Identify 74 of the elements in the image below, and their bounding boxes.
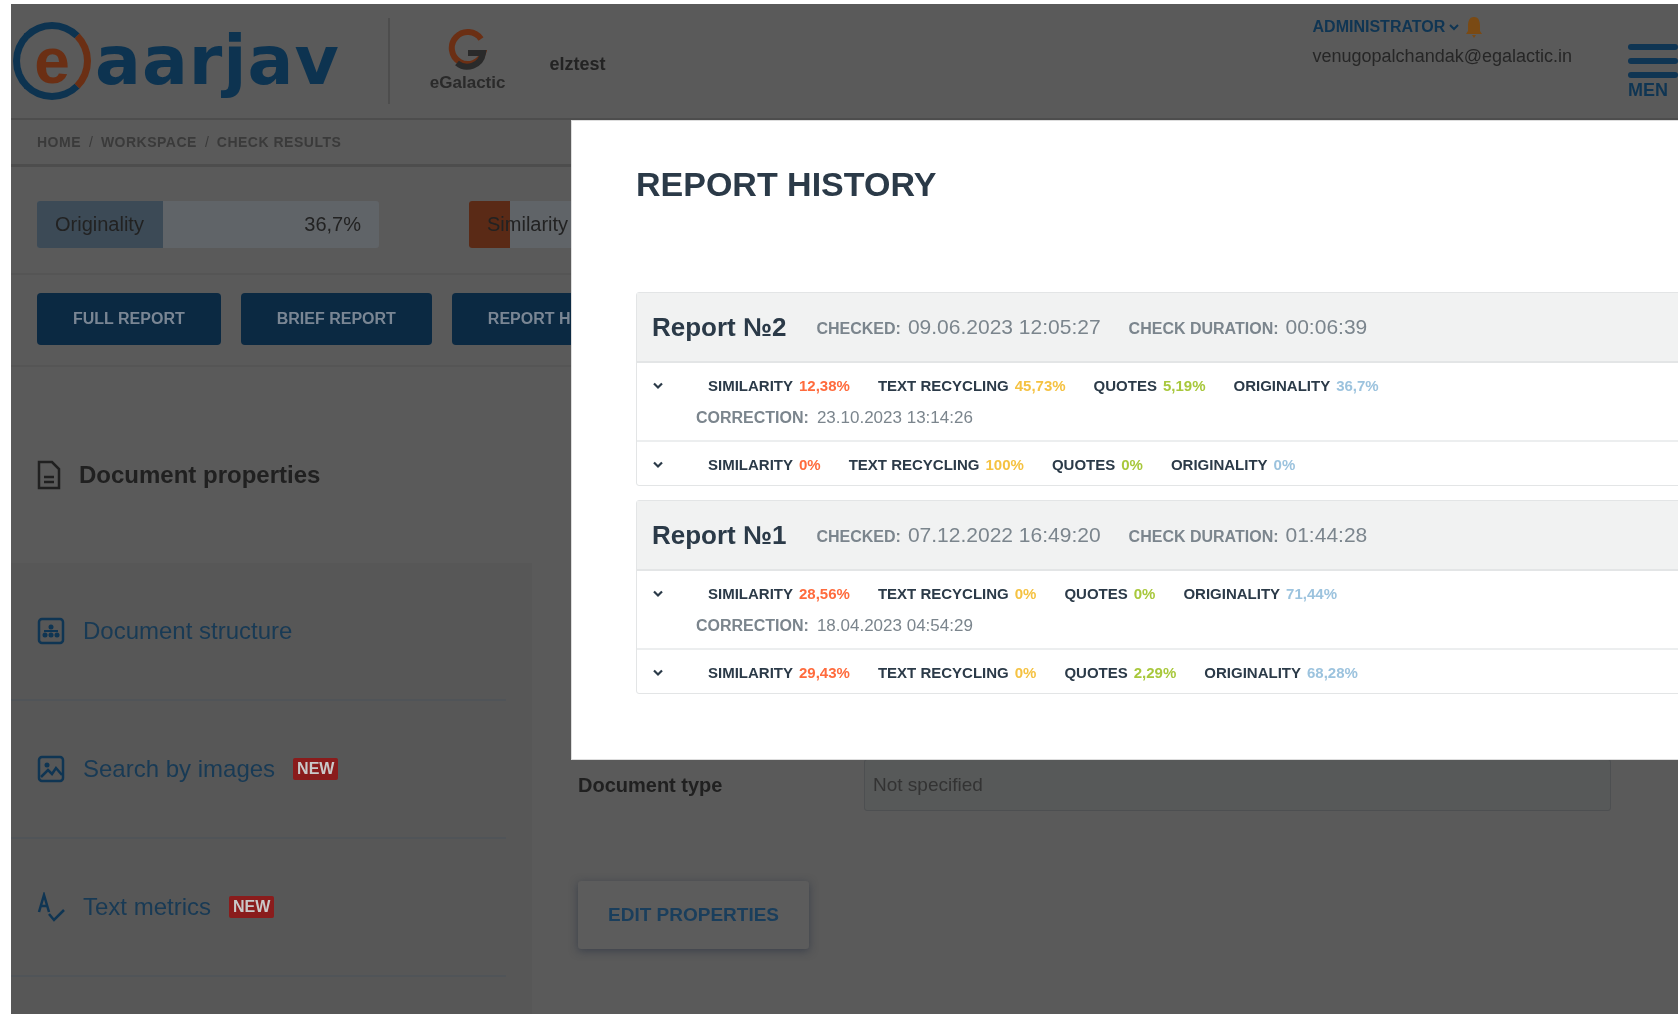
section-title: Document properties (79, 461, 321, 489)
new-badge: NEW (293, 758, 339, 780)
metric-value: 71,44% (1286, 585, 1337, 602)
checked-date: 07.12.2022 16:49:20 (907, 523, 1101, 547)
duration-value: 00:06:39 (1285, 315, 1368, 339)
metric-value: 100% (985, 456, 1024, 473)
metric-label: QUOTES (1064, 664, 1128, 681)
correction-date: 18.04.2023 04:54:29 (816, 616, 973, 636)
metric-label: TEXT RECYCLING (877, 377, 1009, 394)
spellcheck-icon (37, 892, 65, 922)
metric-value: 0% (799, 456, 821, 473)
metric-value: 45,73% (1014, 377, 1066, 394)
metric-label: ORIGINALITY (1170, 456, 1268, 473)
metric-value: 2,29% (1133, 664, 1177, 681)
metric-value: 0% (1014, 664, 1037, 681)
metric-label: SIMILARITY (708, 664, 793, 681)
metric-label: ORIGINALITY (1204, 664, 1301, 681)
metric-label: ORIGINALITY (1233, 377, 1331, 394)
duration-label: CHECK DURATION: (1128, 528, 1279, 546)
chevron-down-icon[interactable] (652, 668, 664, 677)
report-title: Report №2 (652, 311, 787, 343)
metric-label: SIMILARITY (708, 456, 793, 473)
metric-label: QUOTES (1064, 585, 1128, 602)
metric-value: 68,28% (1306, 664, 1358, 681)
metric-value: 0% (1133, 585, 1156, 602)
breadcrumb-separator: / (89, 134, 93, 150)
hierarchy-icon (37, 617, 65, 645)
chevron-down-icon (1449, 23, 1460, 31)
correction-label: CORRECTION: (696, 617, 809, 635)
metric-label: ORIGINALITY (1183, 585, 1281, 602)
metric-value: 28,56% (799, 585, 850, 602)
workspace-name: elztest (549, 53, 606, 75)
checked-date: 09.06.2023 12:05:27 (907, 315, 1101, 339)
image-icon (37, 755, 65, 783)
breadcrumb-separator: / (204, 134, 209, 150)
correction-label: CORRECTION: (696, 409, 809, 427)
sidebar-item[interactable]: Search by images NEW (11, 701, 506, 839)
chevron-down-icon[interactable] (652, 381, 664, 390)
report-button[interactable]: FULL REPORT (37, 293, 221, 345)
dialog-title: REPORT HISTORY (636, 165, 938, 204)
metric-value: 5,19% (1162, 377, 1206, 394)
chevron-down-icon[interactable] (652, 589, 664, 598)
metric-label: TEXT RECYCLING (877, 664, 1009, 681)
sidebar-item[interactable]: Text metrics NEW (11, 839, 506, 977)
checked-label: CHECKED: (816, 320, 901, 338)
metric-value: 0% (1014, 585, 1037, 602)
partner-logo-icon (446, 29, 489, 71)
edit-properties-button[interactable]: EDIT PROPERTIES (578, 881, 810, 949)
field-label: Document type (578, 773, 724, 797)
metric-label: QUOTES (1093, 377, 1157, 394)
metric-label: TEXT RECYCLING (848, 456, 980, 473)
metric-label: QUOTES (1051, 456, 1116, 473)
correction-date: 23.10.2023 13:14:26 (816, 408, 973, 428)
metric-label: SIMILARITY (708, 377, 793, 394)
metric-value: 29,43% (799, 664, 850, 681)
score-value: 36,7% (304, 213, 361, 236)
metric-value: 0% (1273, 456, 1296, 473)
metric-label: SIMILARITY (708, 585, 793, 602)
logo-mark: e (13, 22, 91, 100)
sidebar-item[interactable]: Document structure (11, 563, 506, 701)
metric-value: 12,38% (799, 377, 850, 394)
new-badge: NEW (229, 896, 275, 918)
checked-label: CHECKED: (816, 528, 901, 546)
menu-button[interactable]: MEN (1628, 44, 1678, 101)
report-title: Report №1 (652, 519, 787, 551)
duration-label: CHECK DURATION: (1128, 320, 1279, 338)
report-button[interactable]: BRIEF REPORT (240, 293, 432, 345)
duration-value: 01:44:28 (1285, 523, 1368, 547)
role-dropdown[interactable]: ADMINISTRATOR (1312, 18, 1460, 36)
metric-value: 0% (1121, 456, 1143, 473)
document-icon (37, 460, 61, 490)
metric-value: 36,7% (1336, 377, 1379, 394)
metric-label: TEXT RECYCLING (877, 585, 1009, 602)
chevron-down-icon[interactable] (652, 460, 664, 469)
